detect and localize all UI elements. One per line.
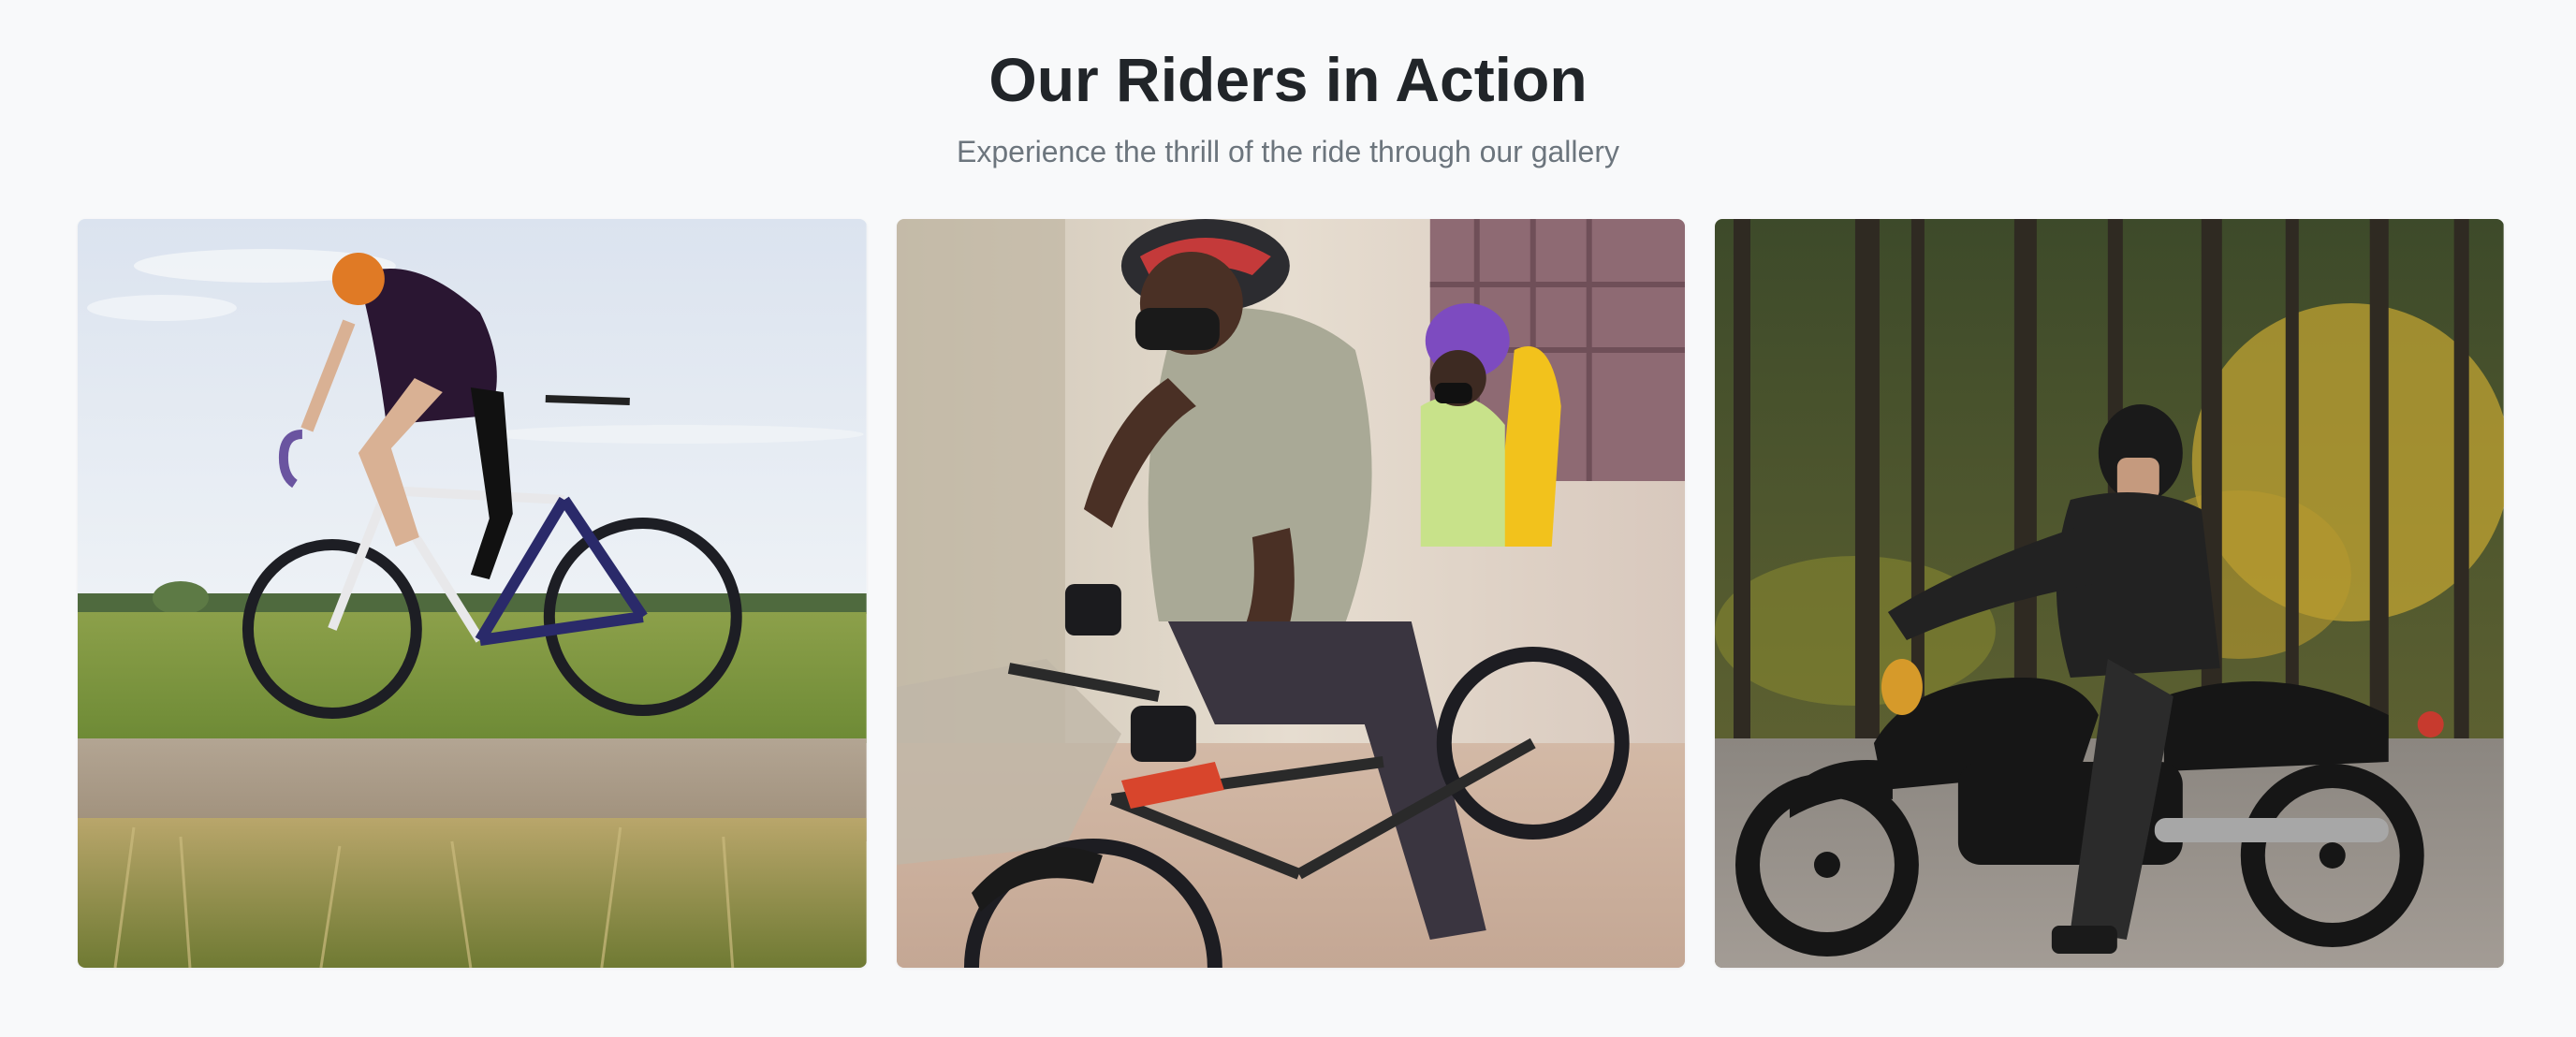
motorcycle-rider-photo	[1715, 219, 2505, 968]
gallery-photo-parent-child-bike[interactable]	[896, 219, 1686, 968]
gallery-photo-motorcycle-rider[interactable]	[1715, 219, 2505, 968]
road-cyclist-photo	[78, 219, 867, 968]
gallery-title: Our Riders in Action	[988, 45, 1588, 114]
parent-child-bike-photo	[896, 219, 1686, 968]
gallery-grid	[78, 219, 2505, 968]
gallery-photo-road-cyclist[interactable]	[78, 219, 867, 968]
gallery-subtitle: Experience the thrill of the ride throug…	[957, 135, 1619, 168]
gallery-section: Our Riders in Action Experience the thri…	[0, 0, 2576, 1037]
